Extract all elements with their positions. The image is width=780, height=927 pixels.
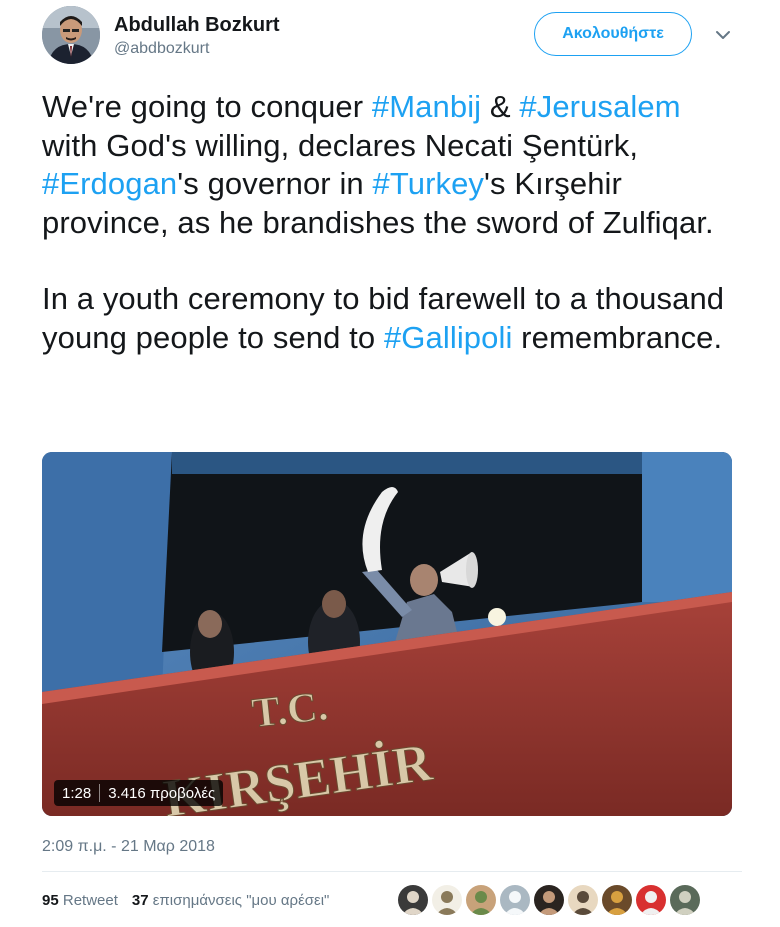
liker-avatar-2[interactable] — [432, 885, 462, 915]
tweet-paragraph-1: We're going to conquer #Manbij & #Jerusa… — [42, 88, 742, 242]
tweet-paragraph-2: In a youth ceremony to bid farewell to a… — [42, 280, 742, 357]
liker-avatar-3[interactable] — [466, 885, 496, 915]
hashtag-link[interactable]: #Jerusalem — [519, 89, 680, 124]
hashtag-link[interactable]: #Turkey — [373, 166, 485, 201]
tweet-timestamp[interactable]: 2:09 π.μ. - 21 Μαρ 2018 — [42, 838, 215, 856]
video-info-badge: 1:28 3.416 προβολές — [54, 780, 224, 806]
hashtag-link[interactable]: #Manbij — [372, 89, 481, 124]
tweet-text-segment: remembrance. — [512, 319, 723, 355]
tweet-header: Abdullah Bozkurt @abdbozkurt Ακολουθήστε — [42, 6, 742, 70]
video-views: 3.416 προβολές — [108, 784, 216, 802]
badge-divider — [99, 784, 101, 802]
video-duration: 1:28 — [62, 784, 92, 802]
liker-avatar-6[interactable] — [568, 885, 598, 915]
author-avatar[interactable] — [42, 6, 100, 64]
tweet-text-segment: with God's willing, declares Necati Şent… — [42, 127, 639, 163]
hashtag-link[interactable]: #Erdogan — [42, 166, 177, 201]
liker-avatar-9[interactable] — [670, 885, 700, 915]
tweet-text-segment: & — [481, 89, 520, 124]
tweet-text-segment: 's governor in — [177, 166, 373, 201]
likes-label: επισημάνσεις "μου αρέσει" — [152, 892, 330, 909]
author-handle[interactable]: @abdbozkurt — [114, 40, 209, 58]
divider — [42, 871, 742, 872]
retweet-count: 95 — [42, 892, 59, 909]
follow-button[interactable]: Ακολουθήστε — [534, 12, 692, 56]
liker-avatars — [398, 885, 700, 915]
hashtag-link[interactable]: #Gallipoli — [384, 320, 513, 355]
liker-avatar-7[interactable] — [602, 885, 632, 915]
tweet-text-segment: We're going to conquer — [42, 89, 372, 124]
liker-avatar-5[interactable] — [534, 885, 564, 915]
likes-stat[interactable]: 37 επισημάνσεις "μου αρέσει" — [132, 892, 330, 909]
liker-avatar-8[interactable] — [636, 885, 666, 915]
retweet-stat[interactable]: 95 Retweet — [42, 892, 118, 909]
retweet-label: Retweet — [62, 892, 118, 909]
chevron-down-icon[interactable] — [714, 26, 732, 44]
tweet-text: We're going to conquer #Manbij & #Jerusa… — [42, 88, 742, 357]
sign-text-1: T.C. — [250, 683, 331, 737]
tweet-video[interactable]: T.C. KIRŞEHİR — [42, 452, 732, 816]
author-name[interactable]: Abdullah Bozkurt — [114, 14, 280, 37]
liker-avatar-4[interactable] — [500, 885, 530, 915]
liker-avatar-1[interactable] — [398, 885, 428, 915]
likes-count: 37 — [131, 892, 149, 909]
tweet-stats: 95 Retweet 37 επισημάνσεις "μου αρέσει" — [42, 892, 329, 909]
